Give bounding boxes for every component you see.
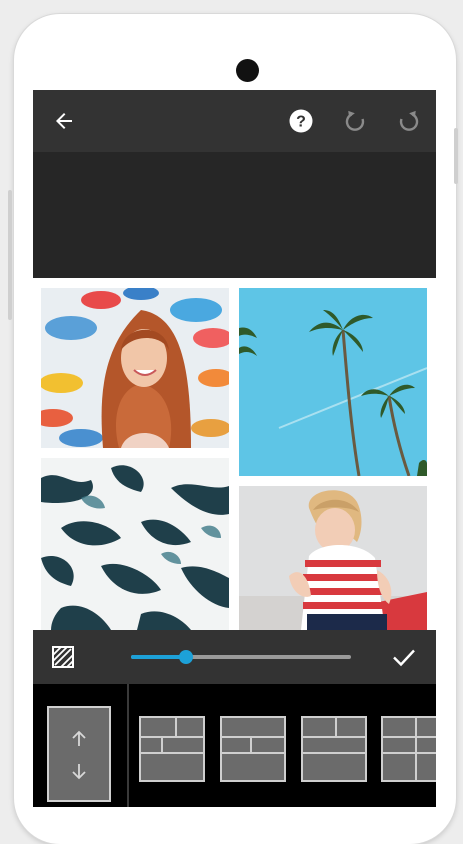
layout-option-2[interactable] bbox=[220, 716, 286, 782]
photo-ocean-waves[interactable] bbox=[41, 458, 229, 630]
redo-button[interactable] bbox=[393, 105, 425, 137]
confirm-button[interactable] bbox=[391, 644, 417, 670]
collage-canvas bbox=[33, 278, 436, 630]
slider-thumb[interactable] bbox=[179, 650, 193, 664]
pattern-button[interactable] bbox=[51, 645, 75, 669]
swap-vertical-icon bbox=[72, 730, 86, 780]
front-camera bbox=[236, 59, 259, 82]
photo-umbrella-portrait[interactable] bbox=[41, 288, 229, 448]
layout-option-1[interactable] bbox=[139, 716, 205, 782]
check-icon bbox=[393, 649, 415, 667]
side-button-left bbox=[8, 190, 12, 320]
photo-girl-on-beach[interactable] bbox=[239, 486, 427, 630]
layout-option-4[interactable] bbox=[381, 716, 436, 782]
svg-text:?: ? bbox=[296, 114, 306, 131]
pattern-icon bbox=[52, 646, 74, 668]
tray-divider bbox=[127, 684, 129, 807]
arrow-left-icon bbox=[56, 113, 72, 129]
layout-tray bbox=[33, 684, 436, 807]
photo-palm-trees[interactable] bbox=[239, 288, 427, 476]
canvas-background bbox=[33, 152, 436, 278]
help-circle-icon: ? bbox=[289, 109, 313, 133]
help-button[interactable]: ? bbox=[285, 105, 317, 137]
layout-option-3[interactable] bbox=[301, 716, 367, 782]
side-button-right bbox=[454, 128, 458, 184]
swap-photos-button[interactable] bbox=[47, 706, 111, 802]
app-toolbar: ? bbox=[33, 90, 436, 152]
app-screen: ? bbox=[33, 90, 436, 807]
border-slider[interactable] bbox=[131, 650, 351, 664]
undo-button[interactable] bbox=[339, 105, 371, 137]
undo-icon bbox=[345, 110, 365, 131]
border-controls-bar bbox=[33, 630, 436, 684]
back-button[interactable] bbox=[48, 105, 80, 137]
redo-icon bbox=[399, 110, 419, 131]
slider-fill bbox=[131, 655, 186, 659]
